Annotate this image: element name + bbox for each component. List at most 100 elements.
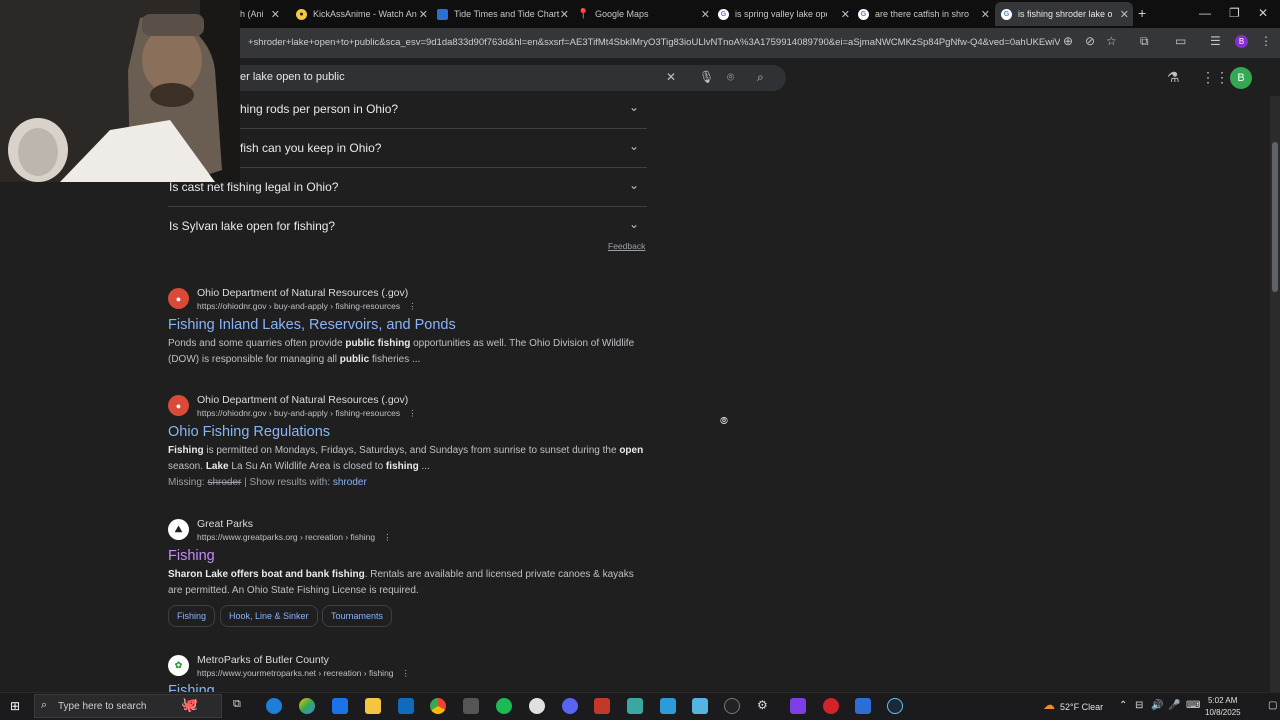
keyboard-icon[interactable]: ⌨	[1186, 700, 1200, 711]
restore-icon[interactable]: ❐	[1229, 6, 1240, 20]
tab-3[interactable]: Tide Times and Tide Chart ✕	[437, 2, 573, 26]
more-options-icon[interactable]: ⋮	[383, 532, 392, 542]
photos-icon[interactable]	[692, 698, 708, 714]
paa-question: Is cast net fishing legal in Ohio?	[169, 180, 339, 194]
more-menu-icon[interactable]: ⋮	[1260, 34, 1272, 48]
reading-list-icon[interactable]: ☰	[1210, 34, 1221, 48]
more-options-icon[interactable]: ⋮	[408, 408, 417, 418]
paa-question: Is Sylvan lake open for fishing?	[169, 219, 336, 233]
edge-icon[interactable]	[266, 698, 282, 714]
media-icon[interactable]	[463, 698, 479, 714]
paa-item[interactable]: Is Sylvan lake open for fishing? ⌄	[168, 207, 647, 246]
google-icon: G	[1001, 8, 1012, 20]
account-avatar[interactable]: B	[1230, 67, 1252, 89]
tab-2[interactable]: ● KickAssAnime - Watch An ✕	[296, 2, 432, 26]
windows-start-icon[interactable]: ⊞	[10, 699, 20, 713]
notification-icon[interactable]: ▢	[1268, 700, 1277, 711]
tab-close-icon[interactable]: ✕	[701, 8, 710, 21]
tab-4[interactable]: 📍 Google Maps ✕	[578, 2, 714, 26]
app-icon[interactable]	[627, 698, 643, 714]
network-icon[interactable]: ⊟	[1135, 700, 1143, 711]
metroparks-icon: ✿	[168, 655, 189, 676]
tab-5[interactable]: G is spring valley lake open ✕	[718, 2, 854, 26]
game-app-icon[interactable]	[594, 698, 610, 714]
more-options-icon[interactable]: ⋮	[402, 668, 411, 678]
profile-avatar[interactable]: B	[1235, 35, 1248, 48]
speaker-icon[interactable]: 🔊	[1151, 700, 1163, 711]
discord-icon[interactable]	[562, 698, 578, 714]
result-site-name: Ohio Department of Natural Resources (.g…	[197, 394, 409, 406]
clock-date[interactable]: 10/8/2025	[1205, 708, 1241, 717]
cast-icon[interactable]: ▭	[1175, 34, 1186, 48]
result-url-text: https://www.yourmetroparks.net › recreat…	[197, 668, 394, 678]
search-icon[interactable]: ⌕	[757, 70, 764, 85]
tab-1[interactable]: h (Ani ✕	[240, 2, 284, 26]
sitelink-chip[interactable]: Tournaments	[322, 605, 393, 627]
search-icon: ⌕	[41, 699, 48, 711]
apps-grid-icon[interactable]: ⋮⋮	[1201, 69, 1229, 86]
app-icon[interactable]	[790, 698, 806, 714]
more-options-icon[interactable]: ⋮	[408, 301, 417, 311]
steam-icon[interactable]	[887, 698, 903, 714]
settings-icon[interactable]: ⚙	[757, 698, 773, 714]
tab-close-icon[interactable]: ✕	[419, 8, 428, 21]
copilot-icon[interactable]	[299, 698, 315, 714]
address-bar[interactable]: +shroder+lake+open+to+public&sca_esv=9d1…	[240, 32, 1060, 54]
task-view-icon[interactable]: ⧉	[233, 698, 249, 714]
spotify-icon[interactable]	[496, 698, 512, 714]
zoom-icon[interactable]: ⊕	[1063, 34, 1073, 48]
result-url[interactable]: https://ohiodnr.gov › buy-and-apply › fi…	[197, 408, 417, 419]
store-icon[interactable]	[332, 698, 348, 714]
new-tab-button[interactable]: +	[1138, 5, 1146, 21]
close-window-icon[interactable]: ✕	[1258, 6, 1268, 20]
taskbar-search[interactable]: ⌕ Type here to search 🐙	[34, 694, 222, 718]
tab-close-icon[interactable]: ✕	[271, 8, 280, 21]
app-icon[interactable]	[823, 698, 839, 714]
outlook-icon[interactable]	[398, 698, 414, 714]
clear-icon[interactable]: ✕	[666, 70, 676, 84]
tab-title: is spring valley lake open	[735, 9, 827, 19]
result-title-link[interactable]: Ohio Fishing Regulations	[168, 424, 330, 440]
labs-flask-icon[interactable]: ⚗	[1167, 69, 1180, 86]
search-input[interactable]: er lake open to public	[240, 71, 345, 83]
chrome-icon[interactable]	[430, 698, 446, 714]
tab-close-icon[interactable]: ✕	[560, 8, 569, 21]
malwarebytes-icon[interactable]	[855, 698, 871, 714]
tab-6[interactable]: G are there catfish in shrod ✕	[858, 2, 994, 26]
eye-off-icon[interactable]: ⊘	[1085, 34, 1095, 48]
result-url-text: https://www.greatparks.org › recreation …	[197, 532, 376, 542]
lens-icon[interactable]: ⌾	[727, 70, 734, 85]
result-url[interactable]: https://www.greatparks.org › recreation …	[197, 532, 392, 543]
minimize-icon[interactable]: —	[1199, 6, 1211, 20]
file-explorer-icon[interactable]	[365, 698, 381, 714]
result-site-name: Great Parks	[197, 518, 254, 530]
sitelink-chips: Fishing Hook, Line & Sinker Tournaments	[168, 605, 648, 627]
result-title-link[interactable]: Fishing	[168, 683, 215, 692]
chevron-up-icon[interactable]: ⌃	[1119, 700, 1127, 711]
sitelink-chip[interactable]: Fishing	[168, 605, 216, 627]
tab-close-icon[interactable]: ✕	[981, 8, 990, 21]
tab-active[interactable]: G is fishing shroder lake ope ✕	[995, 2, 1133, 26]
tab-title: KickAssAnime - Watch An	[313, 9, 417, 19]
result-url[interactable]: https://www.yourmetroparks.net › recreat…	[197, 668, 410, 679]
result-title-link[interactable]: Fishing	[168, 548, 215, 564]
weather-text[interactable]: 52°F Clear	[1060, 702, 1103, 712]
feedback-link[interactable]: Feedback	[608, 241, 645, 251]
result-url[interactable]: https://ohiodnr.gov › buy-and-apply › fi…	[197, 301, 417, 312]
calculator-icon[interactable]	[660, 698, 676, 714]
microphone-icon[interactable]: 🎙	[699, 70, 714, 84]
search-result: ✿ MetroParks of Butler County https://ww…	[168, 655, 648, 692]
capcut-icon[interactable]	[529, 698, 545, 714]
bookmark-star-icon[interactable]: ☆	[1106, 34, 1117, 48]
sitelink-chip[interactable]: Hook, Line & Sinker	[220, 605, 318, 627]
show-results-with-link[interactable]: shroder	[333, 477, 367, 488]
tab-close-icon[interactable]: ✕	[1120, 8, 1129, 21]
tab-close-icon[interactable]: ✕	[841, 8, 850, 21]
scrollbar-thumb[interactable]	[1272, 142, 1278, 292]
clock-time[interactable]: 5:02 AM	[1208, 696, 1237, 705]
mic-icon[interactable]: 🎤	[1168, 700, 1180, 711]
media-player-icon[interactable]	[724, 698, 740, 714]
result-site-name: Ohio Department of Natural Resources (.g…	[197, 287, 409, 299]
extensions-icon[interactable]: ⧉	[1140, 34, 1149, 49]
result-title-link[interactable]: Fishing Inland Lakes, Reservoirs, and Po…	[168, 317, 456, 333]
